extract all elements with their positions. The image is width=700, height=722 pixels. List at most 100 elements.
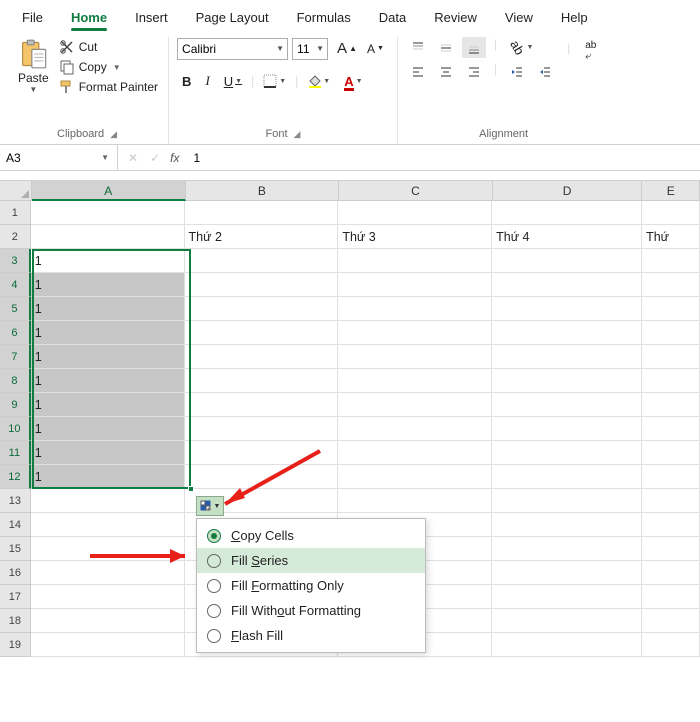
row-header-11[interactable]: 11 <box>0 441 31 465</box>
row-header-16[interactable]: 16 <box>0 561 31 585</box>
decrease-font-button[interactable]: A▼ <box>362 37 389 60</box>
cell-A4[interactable]: 1 <box>31 273 185 297</box>
clipboard-launcher-icon[interactable]: ◢ <box>110 129 117 140</box>
tab-file[interactable]: File <box>8 4 57 35</box>
tab-view[interactable]: View <box>491 4 547 35</box>
align-left-button[interactable] <box>406 62 430 82</box>
font-launcher-icon[interactable]: ◢ <box>294 129 301 140</box>
row-header-19[interactable]: 19 <box>0 633 31 657</box>
column-header-D[interactable]: D <box>493 181 643 201</box>
orientation-button[interactable]: ab▼ <box>505 37 538 58</box>
cell-A13[interactable] <box>31 489 185 513</box>
row-header-14[interactable]: 14 <box>0 513 31 537</box>
tab-home[interactable]: Home <box>57 4 121 35</box>
cell-E6[interactable] <box>642 321 700 345</box>
paste-dropdown-caret[interactable]: ▼ <box>29 85 37 94</box>
copy-button[interactable]: Copy ▼ <box>59 59 158 75</box>
cell-C9[interactable] <box>338 393 492 417</box>
cell-E4[interactable] <box>642 273 700 297</box>
cell-B5[interactable] <box>185 297 339 321</box>
font-size-input[interactable] <box>293 42 313 56</box>
cut-button[interactable]: Cut <box>59 39 158 55</box>
font-name-input[interactable] <box>178 42 273 56</box>
autofill-options-button[interactable]: + ▼ <box>196 496 224 516</box>
column-header-C[interactable]: C <box>339 181 493 201</box>
cell-E13[interactable] <box>642 489 700 513</box>
align-top-button[interactable] <box>406 37 430 58</box>
cell-E14[interactable] <box>642 513 700 537</box>
font-name-caret-icon[interactable]: ▼ <box>273 44 287 53</box>
enter-formula-button[interactable]: ✓ <box>150 151 160 165</box>
cell-A9[interactable]: 1 <box>31 393 185 417</box>
cell-B1[interactable] <box>185 201 339 225</box>
autofill-option-3[interactable]: Fill Without Formatting <box>197 598 425 623</box>
cell-C5[interactable] <box>338 297 492 321</box>
cell-E10[interactable] <box>642 417 700 441</box>
cell-A17[interactable] <box>31 585 185 609</box>
cell-C4[interactable] <box>338 273 492 297</box>
align-right-button[interactable] <box>462 62 486 82</box>
row-header-18[interactable]: 18 <box>0 609 31 633</box>
cell-D12[interactable] <box>492 465 642 489</box>
italic-button[interactable]: I <box>200 70 214 92</box>
cell-E12[interactable] <box>642 465 700 489</box>
cell-A16[interactable] <box>31 561 185 585</box>
cancel-formula-button[interactable]: ✕ <box>128 151 138 165</box>
cell-D7[interactable] <box>492 345 642 369</box>
cell-D16[interactable] <box>492 561 642 585</box>
cell-D18[interactable] <box>492 609 642 633</box>
cell-D10[interactable] <box>492 417 642 441</box>
font-name-combo[interactable]: ▼ <box>177 38 288 60</box>
wrap-text-button[interactable]: ab⤶ <box>580 37 601 65</box>
cell-B4[interactable] <box>185 273 339 297</box>
autofill-option-1[interactable]: Fill Series <box>197 548 425 573</box>
cell-A3[interactable]: 1 <box>31 249 185 273</box>
cell-A10[interactable]: 1 <box>31 417 185 441</box>
cell-D4[interactable] <box>492 273 642 297</box>
name-box[interactable]: ▼ <box>0 145 118 170</box>
row-header-2[interactable]: 2 <box>0 225 31 249</box>
cell-E3[interactable] <box>642 249 700 273</box>
cell-A1[interactable] <box>31 201 185 225</box>
cell-D19[interactable] <box>492 633 642 657</box>
increase-indent-button[interactable] <box>533 62 557 82</box>
row-header-1[interactable]: 1 <box>0 201 31 225</box>
cell-E7[interactable] <box>642 345 700 369</box>
cell-C10[interactable] <box>338 417 492 441</box>
tab-formulas[interactable]: Formulas <box>283 4 365 35</box>
row-header-10[interactable]: 10 <box>0 417 31 441</box>
row-header-3[interactable]: 3 <box>0 249 31 273</box>
cell-C7[interactable] <box>338 345 492 369</box>
cell-E15[interactable] <box>642 537 700 561</box>
cell-A14[interactable] <box>31 513 185 537</box>
cell-E1[interactable] <box>642 201 700 225</box>
cell-A7[interactable]: 1 <box>31 345 185 369</box>
cell-A19[interactable] <box>31 633 185 657</box>
cell-C6[interactable] <box>338 321 492 345</box>
tab-insert[interactable]: Insert <box>121 4 182 35</box>
paste-button[interactable]: Paste ▼ <box>14 37 53 96</box>
cell-E18[interactable] <box>642 609 700 633</box>
cell-A15[interactable] <box>31 537 185 561</box>
tab-data[interactable]: Data <box>365 4 420 35</box>
font-color-button[interactable]: A ▼ <box>339 71 367 92</box>
cell-D8[interactable] <box>492 369 642 393</box>
cell-B10[interactable] <box>185 417 339 441</box>
row-header-15[interactable]: 15 <box>0 537 31 561</box>
font-size-combo[interactable]: ▼ <box>292 38 328 60</box>
row-header-12[interactable]: 12 <box>0 465 31 489</box>
name-box-input[interactable] <box>4 150 84 166</box>
cell-E8[interactable] <box>642 369 700 393</box>
row-header-6[interactable]: 6 <box>0 321 31 345</box>
cell-D9[interactable] <box>492 393 642 417</box>
cell-E5[interactable] <box>642 297 700 321</box>
tab-page-layout[interactable]: Page Layout <box>182 4 283 35</box>
cell-A5[interactable]: 1 <box>31 297 185 321</box>
cell-E17[interactable] <box>642 585 700 609</box>
autofill-option-0[interactable]: Copy Cells <box>197 523 425 548</box>
cell-E9[interactable] <box>642 393 700 417</box>
fill-color-button[interactable]: ▼ <box>302 71 335 91</box>
cell-C2[interactable]: Thứ 3 <box>338 225 492 249</box>
row-header-13[interactable]: 13 <box>0 489 31 513</box>
cell-D1[interactable] <box>492 201 642 225</box>
